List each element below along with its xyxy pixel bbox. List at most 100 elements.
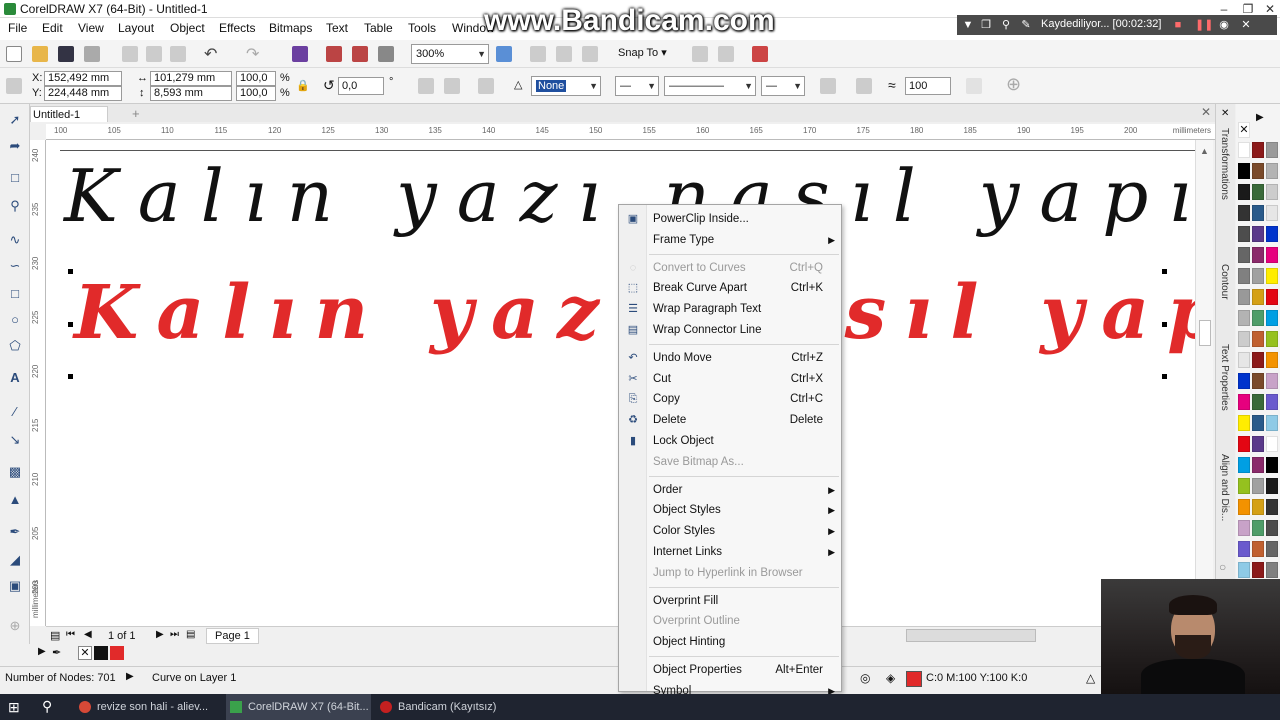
lock-ratio-icon[interactable]: 🔒: [296, 79, 310, 92]
menu-table[interactable]: Table: [364, 21, 393, 35]
palette-swatch[interactable]: [1252, 436, 1264, 452]
print-icon[interactable]: [84, 46, 100, 62]
eyedropper-icon[interactable]: ✒: [52, 646, 61, 659]
show-guidelines-icon[interactable]: [582, 46, 598, 62]
docker-tab-transformations[interactable]: Transformations: [1219, 128, 1230, 200]
palette-swatch[interactable]: [1252, 331, 1264, 347]
search-icon[interactable]: ⚲: [999, 18, 1013, 32]
taskbar-item-coreldraw[interactable]: CorelDRAW X7 (64-Bit...: [226, 694, 371, 720]
palette-swatch[interactable]: [1252, 247, 1264, 263]
menu-item-object-hinting[interactable]: Object Hinting: [619, 632, 841, 652]
palette-swatch[interactable]: [1252, 478, 1264, 494]
height-field[interactable]: 8,593 mm: [150, 86, 232, 101]
stop-icon[interactable]: ■: [1171, 18, 1185, 32]
palette-swatch[interactable]: [1266, 163, 1278, 179]
menu-item-wrap-connector-line[interactable]: ▤ Wrap Connector Line: [619, 320, 841, 340]
shape-tool-icon[interactable]: ➦: [6, 138, 24, 154]
artistic-media-icon[interactable]: ∽: [6, 258, 24, 274]
undo-icon[interactable]: ↶: [204, 44, 217, 64]
black-swatch[interactable]: [94, 646, 108, 660]
palette-swatch[interactable]: [1266, 331, 1278, 347]
color-proof-icon[interactable]: ◎: [860, 671, 870, 685]
transparency-tool-icon[interactable]: ▲: [6, 492, 24, 508]
eyedropper-icon[interactable]: ✒: [6, 524, 24, 540]
scale-x-field[interactable]: 100,0: [236, 71, 276, 86]
menu-file[interactable]: File: [8, 21, 27, 35]
palette-swatch[interactable]: [1266, 226, 1278, 242]
menu-item-frame-type[interactable]: Frame Type ▶: [619, 230, 841, 250]
windows-start-icon[interactable]: ⊞: [8, 699, 20, 716]
palette-swatch[interactable]: [1252, 268, 1264, 284]
publish-pdf-icon[interactable]: [378, 46, 394, 62]
scroll-up-icon[interactable]: ▲: [1200, 146, 1209, 156]
previous-page-icon[interactable]: ◀: [84, 629, 92, 640]
to-curves-icon[interactable]: [478, 78, 494, 94]
play-icon[interactable]: ▶: [126, 671, 134, 682]
palette-swatch[interactable]: [1238, 205, 1250, 221]
palette-swatch[interactable]: [1238, 541, 1250, 557]
smoothing-field[interactable]: 100: [905, 77, 951, 95]
close-recorder-icon[interactable]: ✕: [1239, 18, 1253, 32]
page-tab[interactable]: Page 1: [206, 628, 259, 644]
window-icon[interactable]: ❐: [979, 18, 993, 32]
menu-item-overprint-fill[interactable]: Overprint Fill: [619, 591, 841, 611]
selection-handle[interactable]: [1162, 374, 1167, 379]
palette-swatch[interactable]: [1266, 205, 1278, 221]
palette-swatch[interactable]: [1252, 310, 1264, 326]
palette-swatch[interactable]: [1266, 478, 1278, 494]
palette-swatch[interactable]: [1252, 541, 1264, 557]
palette-swatch[interactable]: [1238, 352, 1250, 368]
camera-icon[interactable]: ◉: [1217, 18, 1231, 32]
menu-edit[interactable]: Edit: [42, 21, 63, 35]
menu-item-wrap-paragraph-text[interactable]: ☰ Wrap Paragraph Text: [619, 299, 841, 319]
menu-item-lock-object[interactable]: ▮ Lock Object: [619, 431, 841, 451]
palette-swatch[interactable]: [1266, 562, 1278, 578]
palette-swatch[interactable]: [1252, 163, 1264, 179]
interactive-fill-icon[interactable]: ◢: [6, 552, 24, 568]
add-docker-icon[interactable]: ○: [1219, 560, 1226, 574]
object-origin-icon[interactable]: [6, 78, 22, 94]
no-fill-swatch[interactable]: ✕: [1238, 122, 1250, 138]
scroll-thumb[interactable]: [1199, 320, 1211, 346]
palette-swatch[interactable]: [1238, 226, 1250, 242]
ellipse-tool-icon[interactable]: ○: [6, 312, 24, 328]
line-style-select[interactable]: ————— ▼: [664, 76, 756, 96]
dropdown-icon[interactable]: ▼: [961, 18, 975, 32]
docker-tab-contour[interactable]: Contour: [1219, 264, 1230, 300]
copy-icon[interactable]: [146, 46, 162, 62]
mirror-horizontal-icon[interactable]: [418, 78, 434, 94]
menu-layout[interactable]: Layout: [118, 21, 154, 35]
horizontal-scroll-thumb[interactable]: [906, 629, 1036, 642]
taskbar-item-browser[interactable]: revize son hali - aliev...: [75, 694, 223, 720]
selection-handle[interactable]: [68, 374, 73, 379]
palette-swatch[interactable]: [1238, 163, 1250, 179]
wrap-text-icon[interactable]: [856, 78, 872, 94]
palette-swatch[interactable]: [1238, 289, 1250, 305]
palette-swatch[interactable]: [1266, 247, 1278, 263]
menu-item-order[interactable]: Order ▶: [619, 480, 841, 500]
palette-swatch[interactable]: [1266, 394, 1278, 410]
pick-tool-icon[interactable]: ➚: [6, 112, 24, 128]
x-position-field[interactable]: 152,492 mm: [44, 71, 122, 86]
taskbar-item-bandicam[interactable]: Bandicam (Kayıtsız): [376, 694, 516, 720]
palette-swatch[interactable]: [1266, 142, 1278, 158]
close-curve-icon[interactable]: [820, 78, 836, 94]
add-tab-icon[interactable]: +: [132, 106, 140, 121]
menu-item-copy[interactable]: ⎘ Copy Ctrl+C: [619, 389, 841, 409]
selection-handle[interactable]: [68, 322, 73, 327]
palette-swatch[interactable]: [1238, 478, 1250, 494]
menu-item-color-styles[interactable]: Color Styles ▶: [619, 521, 841, 541]
start-arrowhead-select[interactable]: — ▼: [615, 76, 659, 96]
palette-swatch[interactable]: [1266, 352, 1278, 368]
palette-swatch[interactable]: [1266, 415, 1278, 431]
palette-swatch[interactable]: [1238, 310, 1250, 326]
palette-swatch[interactable]: [1238, 331, 1250, 347]
palette-swatch[interactable]: [1266, 310, 1278, 326]
palette-swatch[interactable]: [1252, 205, 1264, 221]
palette-swatch[interactable]: [1238, 373, 1250, 389]
align-icon[interactable]: [966, 78, 982, 94]
connector-tool-icon[interactable]: ↘: [6, 432, 24, 448]
add-tool-icon[interactable]: ⊕: [6, 618, 24, 634]
snap-to-button[interactable]: Snap To ▾: [618, 46, 667, 59]
palette-swatch[interactable]: [1266, 457, 1278, 473]
